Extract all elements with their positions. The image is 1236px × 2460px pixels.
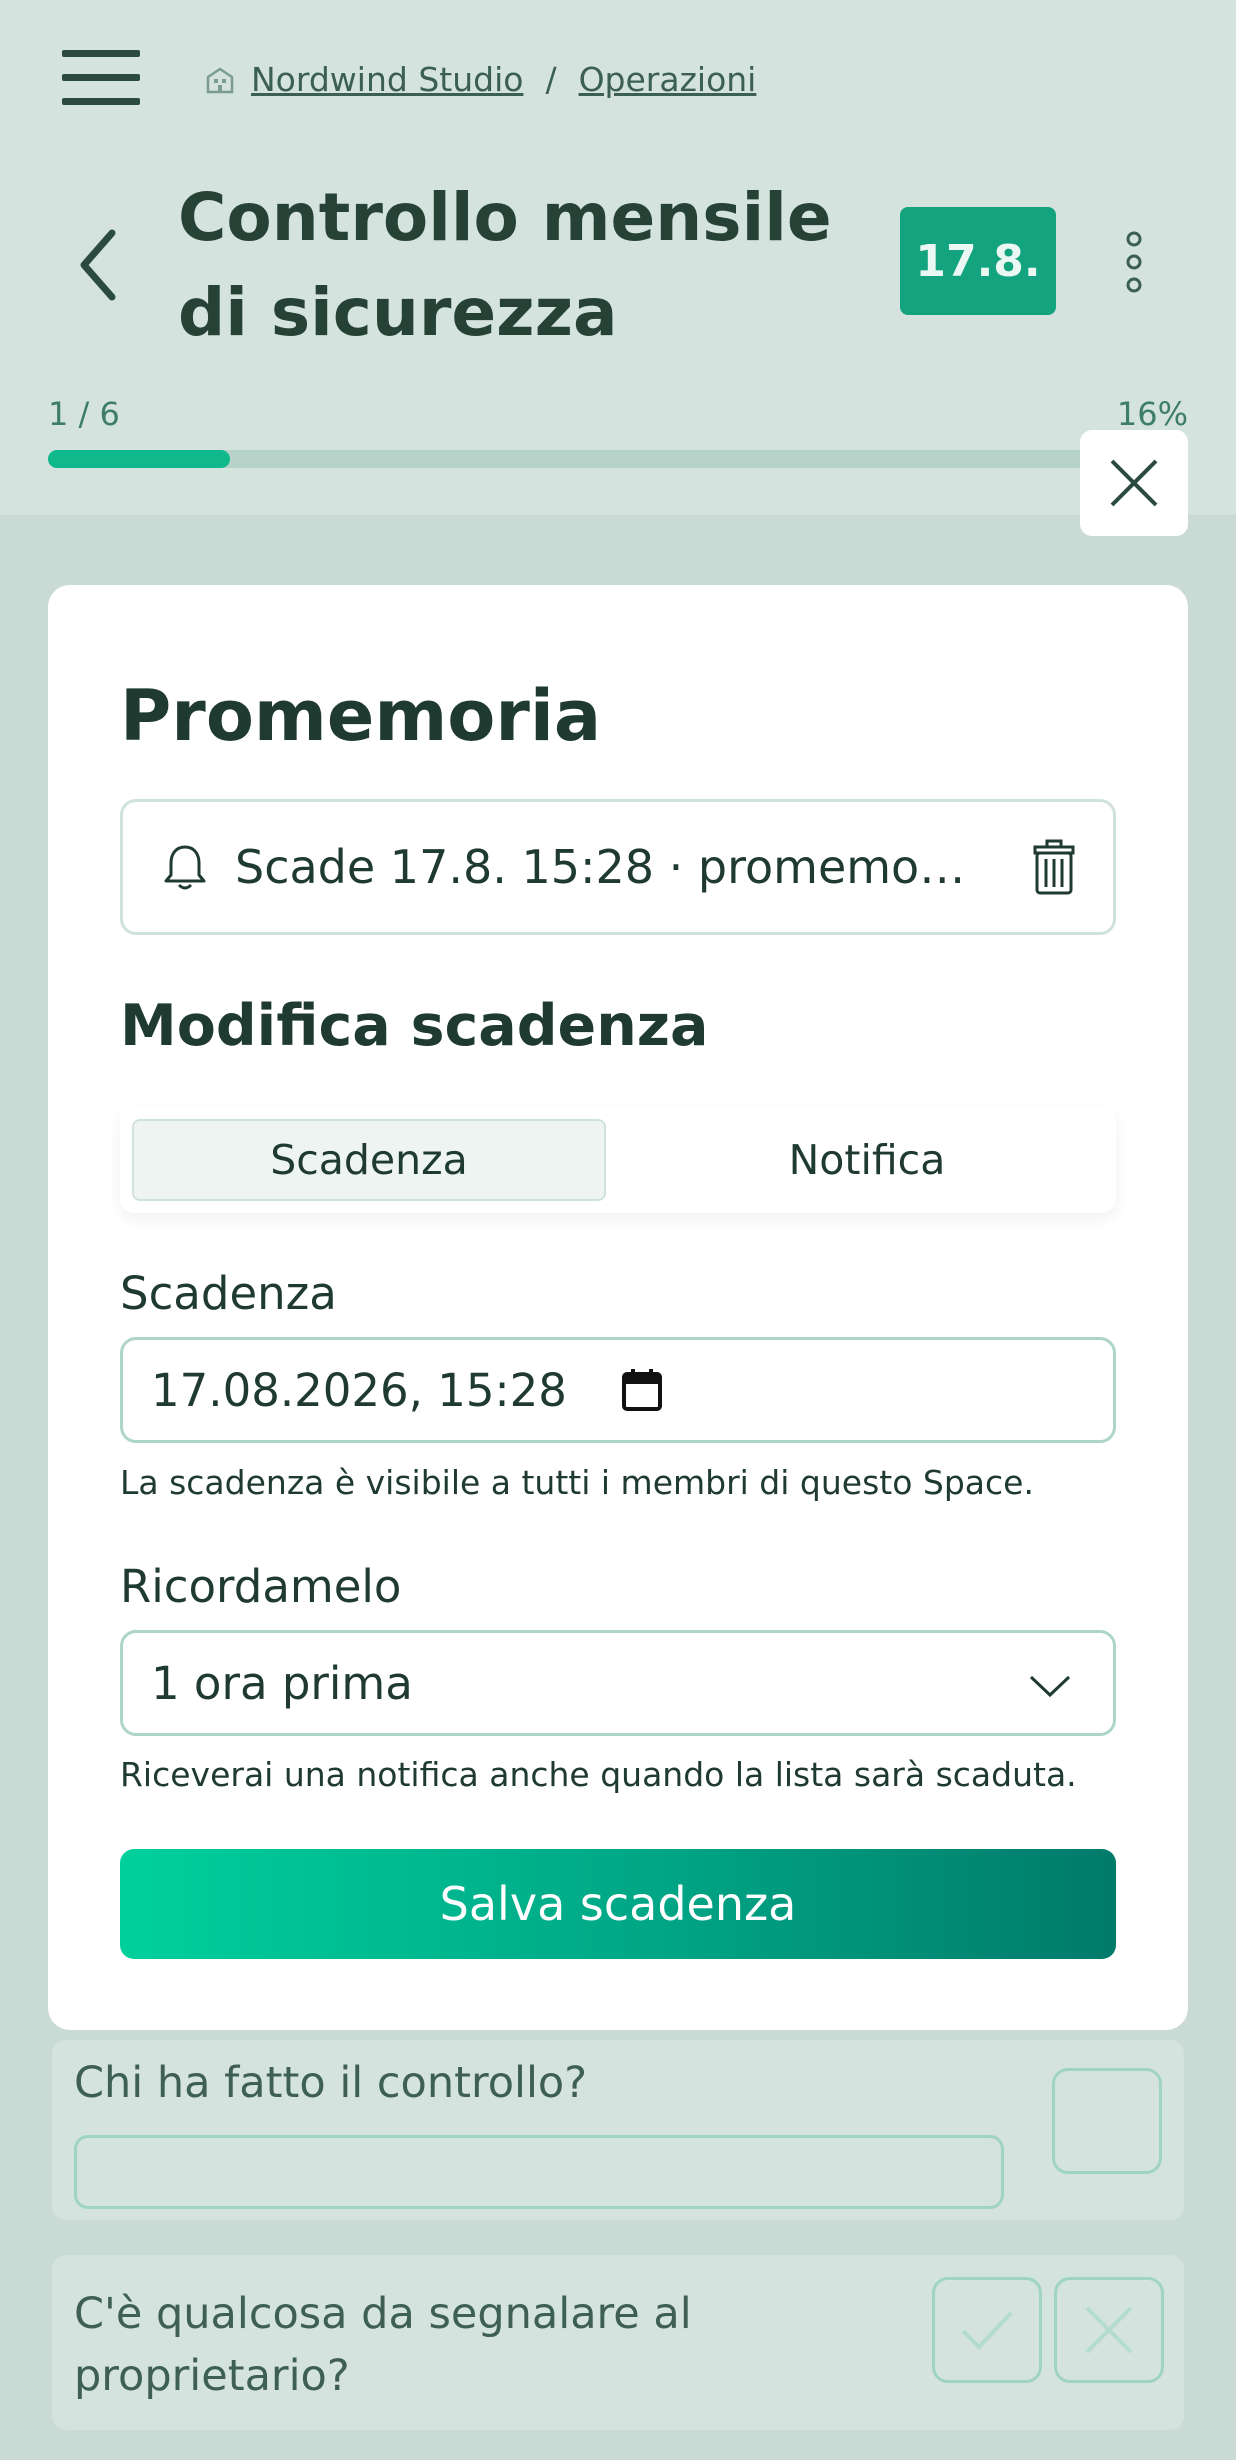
chevron-left-icon[interactable] xyxy=(70,225,130,305)
trash-icon[interactable] xyxy=(1031,839,1077,895)
progress-percent: 16% xyxy=(1116,395,1188,433)
kebab-menu-icon[interactable] xyxy=(1118,230,1150,294)
close-modal-button[interactable] xyxy=(1080,430,1188,536)
close-icon xyxy=(1085,2306,1133,2354)
tab-notifica[interactable]: Notifica xyxy=(618,1107,1116,1213)
save-due-date-button[interactable]: Salva scadenza xyxy=(120,1849,1116,1959)
tab-scadenza[interactable]: Scadenza xyxy=(132,1119,606,1201)
breadcrumb: Nordwind Studio / Operazioni xyxy=(205,60,756,99)
confirm-checkbox[interactable] xyxy=(1052,2068,1162,2174)
page-title: Controllo mensile di sicurezza xyxy=(178,179,832,351)
edit-section-title: Modifica scadenza xyxy=(120,993,709,1059)
modal-title: Promemoria xyxy=(120,675,602,757)
breadcrumb-separator: / xyxy=(545,60,557,99)
breadcrumb-section-link[interactable]: Operazioni xyxy=(579,60,757,99)
due-date-label: Scadenza xyxy=(120,1267,337,1320)
checklist-question: Chi ha fatto il controllo? xyxy=(74,2058,588,2108)
check-icon xyxy=(961,2311,1013,2350)
due-date-badge[interactable]: 17.8. xyxy=(900,207,1056,315)
checklist-question: C'è qualcosa da segnalare al proprietari… xyxy=(74,2289,692,2401)
yes-button[interactable] xyxy=(932,2277,1042,2383)
reminder-modal: Promemoria Scade 17.8. 15:28 · promemori… xyxy=(48,585,1188,2030)
no-button[interactable] xyxy=(1054,2277,1164,2383)
reminder-summary: Scade 17.8. 15:28 · promemoria 1 ora pri… xyxy=(235,840,979,894)
app-header: Nordwind Studio / Operazioni Controllo m… xyxy=(0,0,1236,515)
progress-bar xyxy=(48,450,1188,468)
progress-steps: 1 / 6 xyxy=(48,395,120,433)
calendar-icon[interactable] xyxy=(621,1368,663,1412)
chevron-down-icon xyxy=(1029,1675,1071,1698)
breadcrumb-workspace-link[interactable]: Nordwind Studio xyxy=(251,60,523,99)
building-icon xyxy=(206,66,234,93)
remind-select-value: 1 ora prima xyxy=(151,1656,413,1710)
due-date-hint: La scadenza è visibile a tutti i membri … xyxy=(120,1463,1034,1502)
close-icon xyxy=(1110,459,1158,507)
remind-select[interactable]: 1 ora prima xyxy=(120,1630,1116,1736)
answer-input[interactable] xyxy=(74,2135,1004,2209)
checklist-item: Chi ha fatto il controllo? xyxy=(52,2040,1184,2220)
checklist-item: C'è qualcosa da segnalare al proprietari… xyxy=(52,2255,1184,2430)
due-date-value: 17.08.2026, 15:28 xyxy=(151,1363,567,1417)
bell-icon xyxy=(164,845,206,890)
progress-bar-fill xyxy=(48,450,231,468)
due-date-input[interactable]: 17.08.2026, 15:28 xyxy=(120,1337,1116,1443)
remind-hint: Riceverai una notifica anche quando la l… xyxy=(120,1755,1077,1794)
remind-label: Ricordamelo xyxy=(120,1560,402,1613)
existing-reminder[interactable]: Scade 17.8. 15:28 · promemoria 1 ora pri… xyxy=(120,799,1116,935)
hamburger-menu-icon[interactable] xyxy=(62,50,140,106)
mode-tabs: Scadenza Notifica xyxy=(120,1107,1116,1213)
